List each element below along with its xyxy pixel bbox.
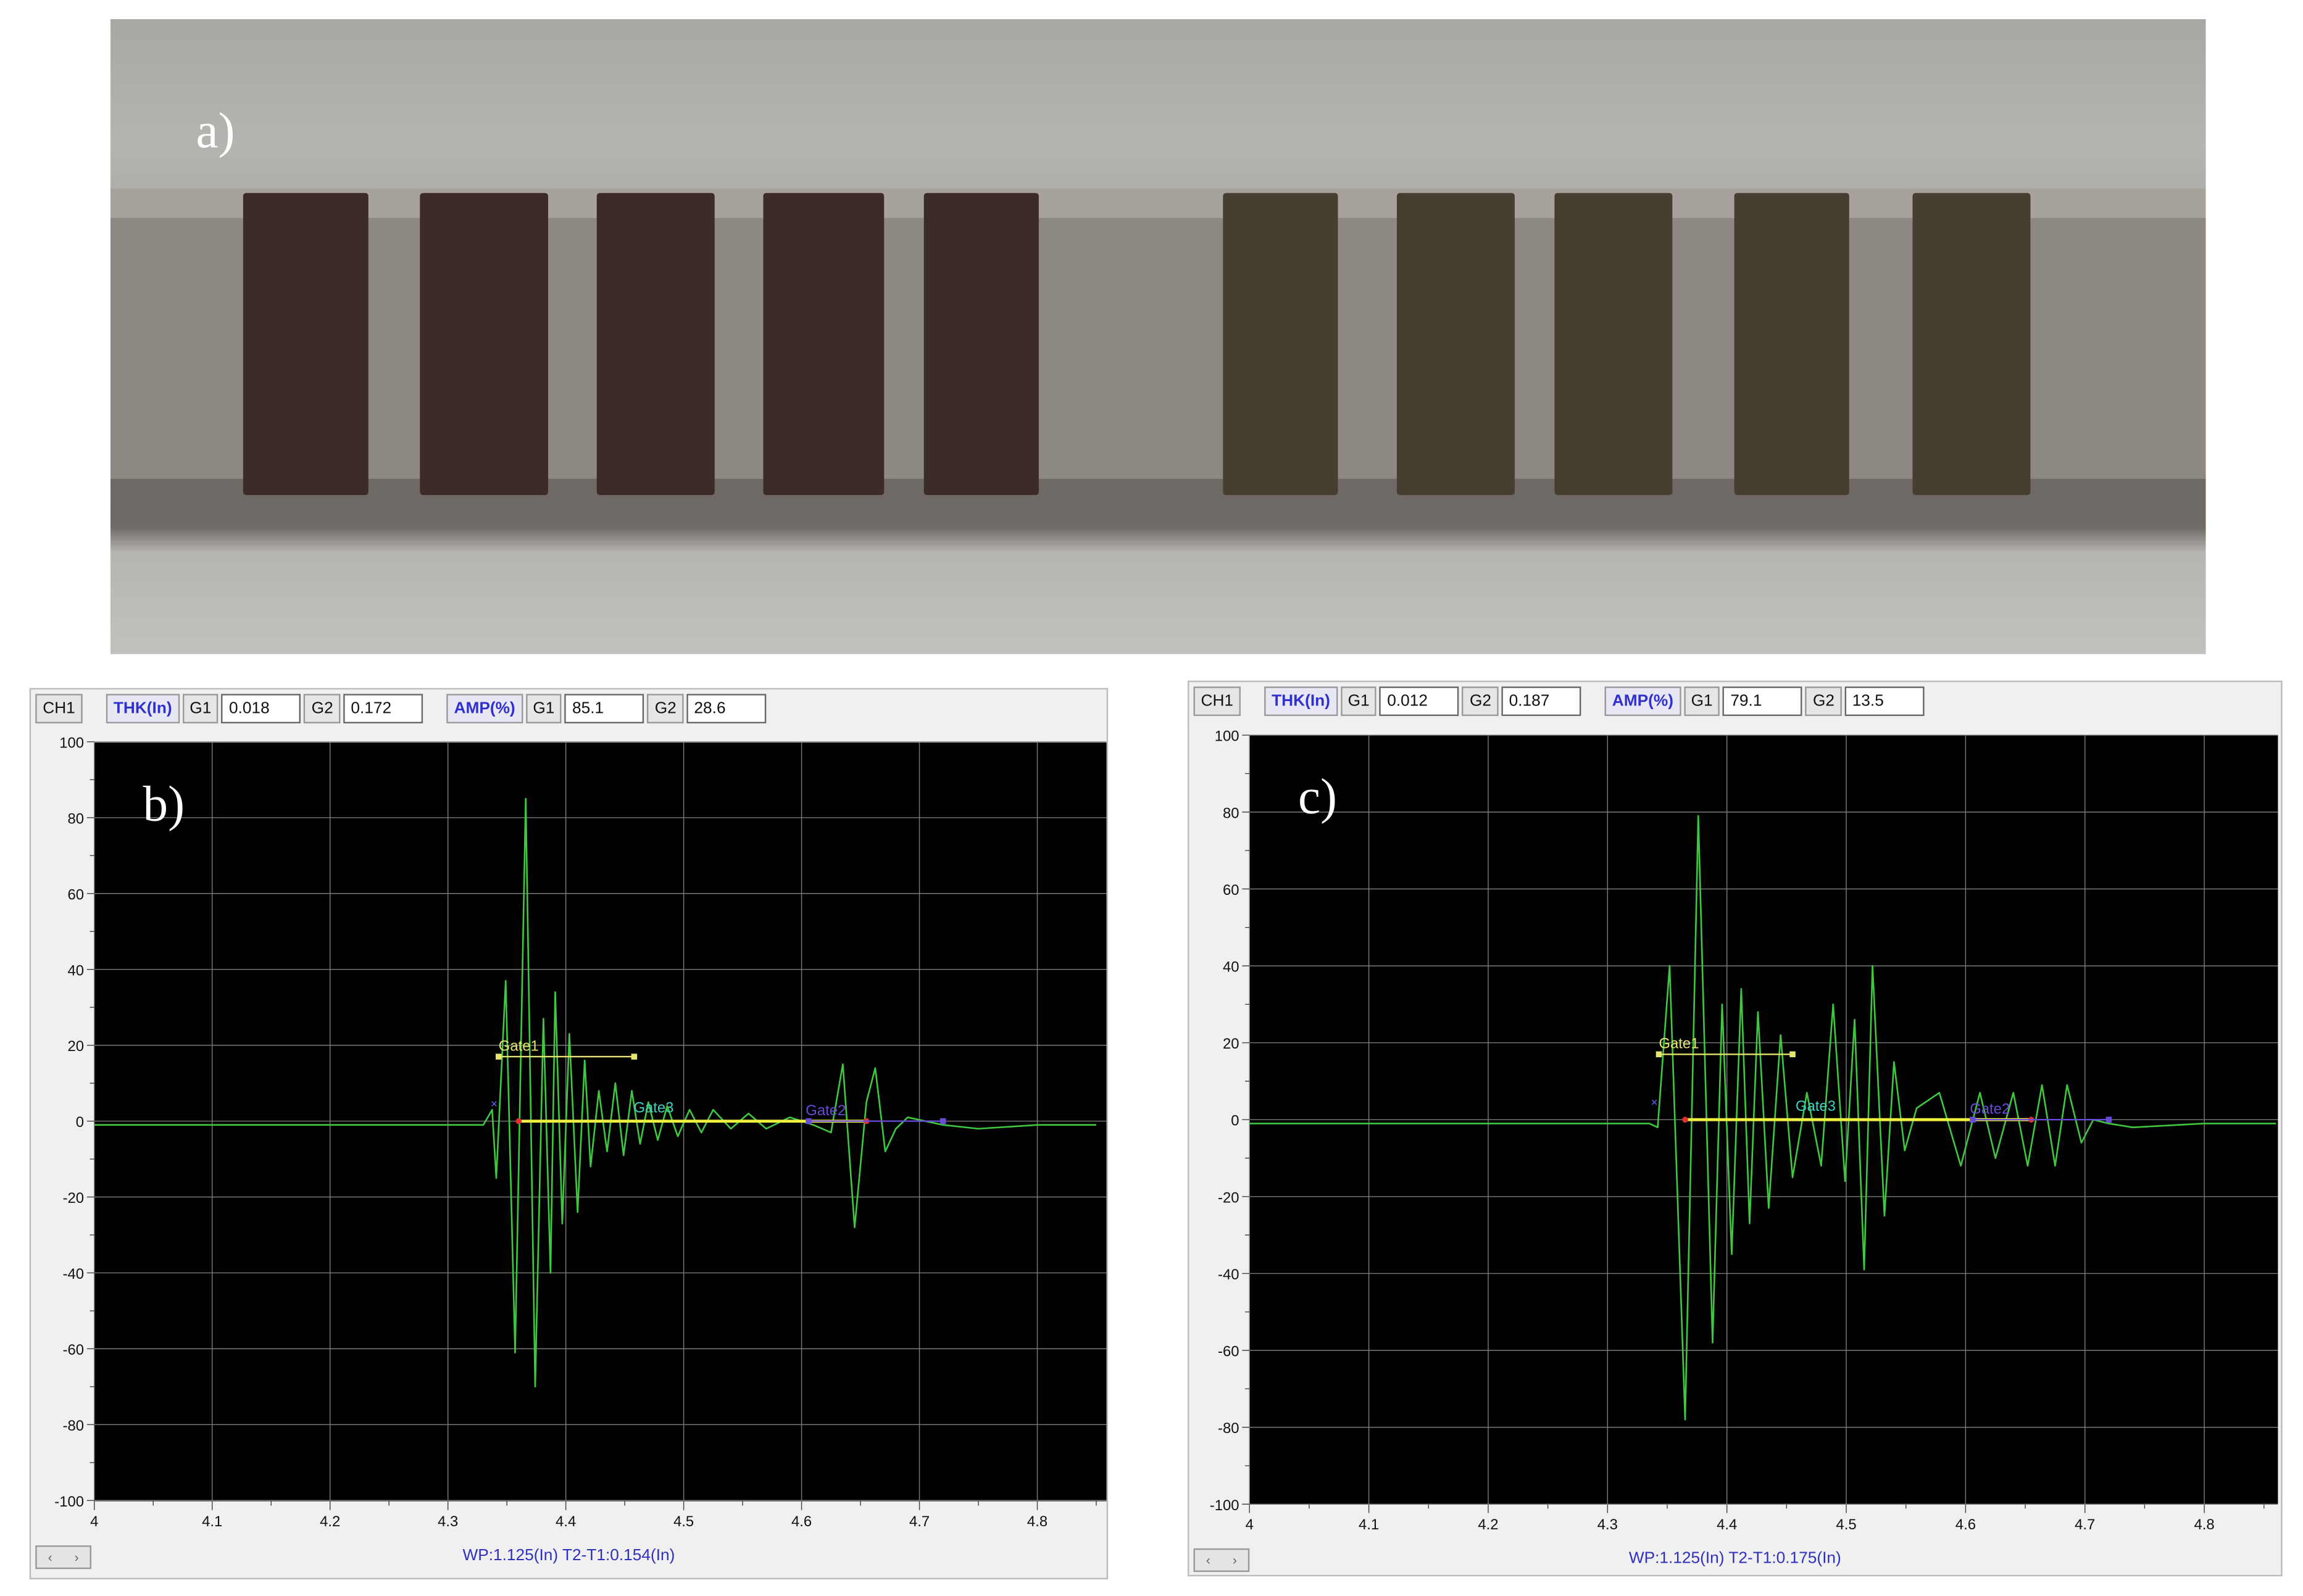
- gate-handle: [1655, 1051, 1662, 1058]
- gate-handle: [1970, 1116, 1976, 1123]
- patch-block: [420, 193, 549, 496]
- x-tick-label: 4.8: [2194, 1516, 2215, 1533]
- y-tick-label: -20: [1218, 1189, 1239, 1206]
- y-tick-label: -80: [63, 1418, 84, 1434]
- patch-block: [1396, 193, 1515, 496]
- gate-label: Gate1: [1659, 1036, 1699, 1052]
- panel-label-b: b): [143, 778, 185, 833]
- x-tick-label: 4.2: [1478, 1516, 1498, 1533]
- patch-block: [596, 193, 715, 496]
- x-tick-label: 4: [90, 1513, 98, 1530]
- y-tick-label: 60: [1223, 882, 1239, 899]
- gate-handle: [496, 1054, 502, 1060]
- x-tick-label: 4.3: [438, 1513, 458, 1530]
- x-tick-label: 4.3: [1597, 1516, 1618, 1533]
- patch-block: [243, 193, 369, 496]
- status-readout: WP:1.125(In) T2-T1:0.154(In): [462, 1547, 675, 1565]
- y-tick-label: 80: [1223, 805, 1239, 821]
- patch-block: [1912, 193, 2031, 496]
- y-tick-label: -60: [63, 1342, 84, 1358]
- gate-label: Gate2: [806, 1102, 846, 1119]
- gate-handle: [2105, 1116, 2112, 1123]
- x-tick-label: 4.5: [673, 1513, 694, 1530]
- y-tick-label: -100: [54, 1494, 84, 1510]
- ascan-chart: 4 4.1 4.2 4.3 4.4 4.5 4.6 4.7 4.8 100 80 60 40 20 0 -20…: [1210, 728, 2278, 1533]
- y-tick-label: -80: [1218, 1420, 1239, 1437]
- y-tick-label: 100: [1215, 728, 1239, 745]
- gate-handle: [806, 1118, 812, 1124]
- x-tick-label: 4.1: [1359, 1516, 1379, 1533]
- status-readout: WP:1.125(In) T2-T1:0.175(In): [1628, 1550, 1841, 1568]
- y-tick-label: 60: [68, 886, 85, 903]
- gate-handle: [631, 1054, 638, 1060]
- figure: a) CH1 THK(In) G1 0.018 G2 0.172 AMP(%) G1 85.1 G…: [0, 0, 2303, 1595]
- y-tick-label: 0: [1231, 1113, 1239, 1129]
- x-tick-label: 4.6: [791, 1513, 812, 1530]
- y-tick-label: 100: [59, 734, 84, 751]
- y-tick-label: -40: [63, 1266, 84, 1282]
- gate-label: Gate3: [1796, 1098, 1836, 1115]
- x-tick-label: 4.4: [556, 1513, 576, 1530]
- x-tick-label: 4.7: [909, 1513, 930, 1530]
- ascan-panel-b: CH1 THK(In) G1 0.018 G2 0.172 AMP(%) G1 85.1 G2 28…: [29, 688, 1109, 1579]
- y-tick-label: -40: [1218, 1266, 1239, 1283]
- y-tick-label: 20: [1223, 1036, 1239, 1052]
- y-tick-label: 20: [68, 1038, 85, 1055]
- x-tick-label: 4: [1246, 1516, 1254, 1533]
- patch-block: [1554, 193, 1673, 496]
- x-tick-label: 4.1: [202, 1513, 222, 1530]
- y-tick-label: 0: [76, 1114, 84, 1131]
- y-tick-label: -20: [63, 1190, 84, 1207]
- y-tick-label: -60: [1218, 1344, 1239, 1360]
- panel-label-c: c): [1298, 770, 1338, 825]
- gate-cross-marker: ×: [1651, 1097, 1658, 1110]
- gate-handle: [939, 1118, 946, 1124]
- x-tick-label: 4.4: [1717, 1516, 1737, 1533]
- patch-block: [923, 193, 1039, 496]
- photo-specimen: a): [110, 19, 2206, 654]
- gate-start-marker: [515, 1118, 522, 1124]
- panel-label-a: a): [196, 104, 235, 159]
- patch-block: [1223, 193, 1338, 496]
- ascan-panel-c: CH1 THK(In) G1 0.012 G2 0.187 AMP(%) G1 79.1 G2 13…: [1188, 680, 2283, 1577]
- gate-label: Gate2: [1970, 1101, 2010, 1118]
- gate-label: Gate3: [633, 1099, 673, 1116]
- x-tick-label: 4.7: [2075, 1516, 2095, 1533]
- x-tick-label: 4.2: [320, 1513, 340, 1530]
- patch-block: [1734, 193, 1849, 496]
- y-tick-label: 80: [68, 810, 85, 827]
- x-tick-label: 4.8: [1027, 1513, 1047, 1530]
- y-tick-label: 40: [68, 962, 85, 979]
- gate-start-marker: [1682, 1116, 1688, 1123]
- patch-block: [763, 193, 885, 496]
- y-tick-label: -100: [1210, 1497, 1239, 1514]
- x-tick-label: 4.6: [1955, 1516, 1976, 1533]
- x-tick-label: 4.5: [1836, 1516, 1856, 1533]
- ascan-chart: 4 4.1 4.2 4.3 4.4 4.5 4.6 4.7 4.8 100 80 60 40 20 0 -20…: [54, 734, 1107, 1530]
- gate-cross-marker: ×: [491, 1098, 498, 1111]
- gate-label: Gate1: [499, 1038, 539, 1055]
- y-tick-label: 40: [1223, 959, 1239, 976]
- gate-handle: [1789, 1051, 1796, 1058]
